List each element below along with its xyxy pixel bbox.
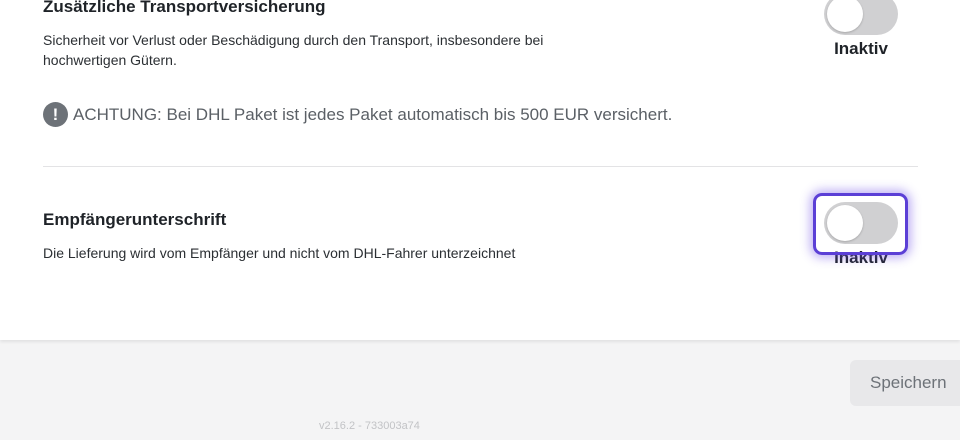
toggle-knob [827, 0, 863, 32]
transport-insurance-toggle[interactable] [824, 0, 898, 35]
recipient-signature-toggle[interactable] [824, 202, 898, 244]
save-button[interactable]: Speichern [850, 360, 960, 406]
recipient-signature-description: Die Lieferung wird vom Empfänger und nic… [43, 245, 516, 261]
insurance-notice: ! ACHTUNG: Bei DHL Paket ist jedes Paket… [43, 102, 672, 127]
recipient-signature-title: Empfängerunterschrift [43, 210, 227, 229]
exclamation-icon: ! [43, 102, 68, 127]
version-label: v2.16.2 - 733003a74 [319, 420, 420, 432]
recipient-signature-toggle-group: Inaktiv [813, 202, 909, 268]
transport-insurance-title: Zusätzliche Transportversicherung [43, 0, 326, 16]
insurance-notice-text: ACHTUNG: Bei DHL Paket ist jedes Paket a… [73, 104, 673, 124]
transport-insurance-status: Inaktiv [834, 39, 888, 58]
recipient-signature-status: Inaktiv [834, 248, 888, 267]
toggle-knob [827, 205, 863, 241]
transport-insurance-toggle-group: Inaktiv [813, 0, 909, 59]
settings-card: Zusätzliche Transportversicherung Sicher… [0, 0, 960, 340]
section-divider [43, 166, 918, 167]
transport-insurance-description: Sicherheit vor Verlust oder Beschädigung… [43, 32, 544, 68]
